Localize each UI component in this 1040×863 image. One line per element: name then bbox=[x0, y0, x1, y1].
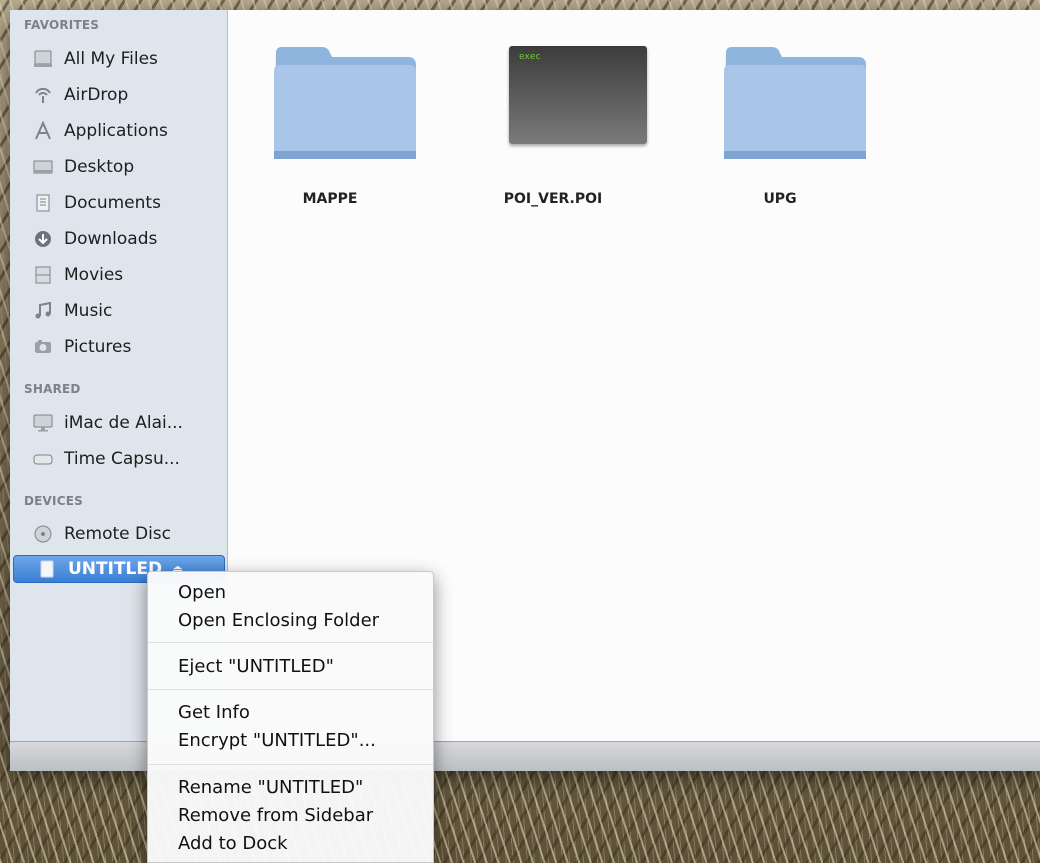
menu-item-eject[interactable]: Eject "UNTITLED" bbox=[178, 654, 334, 680]
sidebar-item-pictures[interactable]: Pictures bbox=[32, 332, 222, 362]
sidebar-item-label: Music bbox=[64, 301, 113, 321]
sidebar-item-movies[interactable]: Movies bbox=[32, 260, 222, 290]
sidebar-item-all-my-files[interactable]: All My Files bbox=[32, 44, 222, 74]
downloads-icon bbox=[32, 228, 54, 250]
sidebar-item-documents[interactable]: Documents bbox=[32, 188, 222, 218]
sidebar-item-music[interactable]: Music bbox=[32, 296, 222, 326]
applications-icon bbox=[32, 120, 54, 142]
all-files-icon bbox=[32, 48, 54, 70]
folder-icon bbox=[724, 47, 866, 159]
menu-item-remove-from-sidebar[interactable]: Remove from Sidebar bbox=[178, 803, 373, 829]
favorites-header: FAVORITES bbox=[24, 18, 100, 32]
menu-item-open-enclosing-folder[interactable]: Open Enclosing Folder bbox=[178, 608, 379, 634]
movies-icon bbox=[32, 264, 54, 286]
menu-separator bbox=[148, 764, 433, 765]
menu-separator bbox=[148, 689, 433, 690]
menu-item-encrypt[interactable]: Encrypt "UNTITLED"... bbox=[178, 728, 376, 754]
folder-icon bbox=[274, 47, 416, 159]
music-icon bbox=[32, 300, 54, 322]
sidebar-item-label: All My Files bbox=[64, 49, 158, 69]
menu-separator bbox=[148, 642, 433, 643]
devices-header: DEVICES bbox=[24, 494, 83, 508]
remote-disc-icon bbox=[32, 523, 54, 545]
sidebar-item-airdrop[interactable]: AirDrop bbox=[32, 80, 222, 110]
sidebar-item-label: Desktop bbox=[64, 157, 135, 177]
file-name: MAPPE bbox=[302, 191, 358, 207]
sidebar-item-applications[interactable]: Applications bbox=[32, 116, 222, 146]
sidebar-item-label: Pictures bbox=[64, 337, 132, 357]
sidebar-item-remote-disc[interactable]: Remote Disc bbox=[32, 519, 222, 549]
menu-item-rename[interactable]: Rename "UNTITLED" bbox=[178, 775, 363, 801]
imac-icon bbox=[32, 412, 54, 434]
documents-icon bbox=[32, 192, 54, 214]
sidebar-item-time-capsule[interactable]: Time Capsu... bbox=[32, 444, 222, 474]
sidebar-item-imac[interactable]: iMac de Alai... bbox=[32, 408, 222, 438]
sidebar-item-desktop[interactable]: Desktop bbox=[32, 152, 222, 182]
menu-item-open[interactable]: Open bbox=[178, 580, 226, 606]
context-menu: Open Open Enclosing Folder Eject "UNTITL… bbox=[147, 571, 434, 863]
airdrop-icon bbox=[32, 84, 54, 106]
sidebar-item-label: Movies bbox=[64, 265, 124, 285]
executable-icon: exec bbox=[509, 46, 647, 144]
time-capsule-icon bbox=[32, 448, 54, 470]
sidebar-item-label: Documents bbox=[64, 193, 161, 213]
sidebar-item-downloads[interactable]: Downloads bbox=[32, 224, 222, 254]
external-drive-icon bbox=[36, 558, 58, 580]
sidebar-item-label: Applications bbox=[64, 121, 168, 141]
shared-header: SHARED bbox=[24, 382, 81, 396]
sidebar-item-label: Downloads bbox=[64, 229, 158, 249]
sidebar-item-label: Time Capsu... bbox=[64, 449, 180, 469]
menu-item-get-info[interactable]: Get Info bbox=[178, 700, 250, 726]
sidebar-item-label: Remote Disc bbox=[64, 524, 172, 544]
sidebar-item-label: AirDrop bbox=[64, 85, 129, 105]
exec-badge: exec bbox=[519, 52, 541, 62]
sidebar-item-label: iMac de Alai... bbox=[64, 413, 183, 433]
file-name: POI_VER.POI bbox=[503, 191, 603, 207]
menu-item-add-to-dock[interactable]: Add to Dock bbox=[178, 831, 288, 857]
pictures-icon bbox=[32, 336, 54, 358]
file-name: UPG bbox=[763, 191, 797, 207]
desktop-icon bbox=[32, 156, 54, 178]
